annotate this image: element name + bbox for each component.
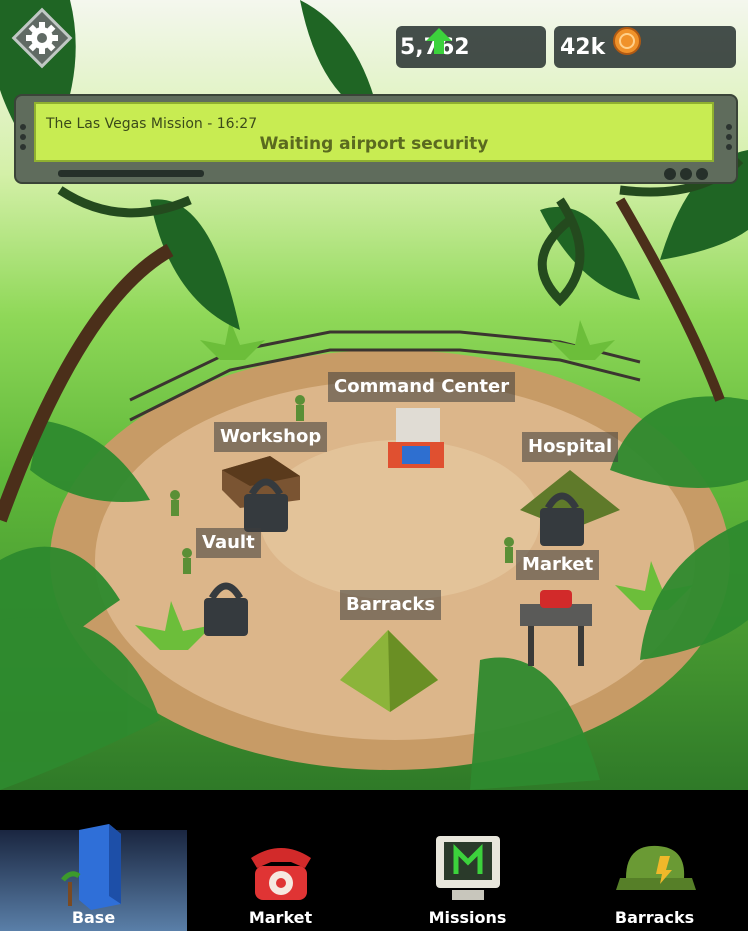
nav-tab-barracks-label: Barracks bbox=[614, 908, 695, 927]
mission-title: The Las Vegas Mission - 16:27 bbox=[46, 116, 258, 132]
building-label-barracks[interactable]: Barracks bbox=[340, 590, 442, 620]
base-scene: 5,762 42k The Las Vegas Mission - 16:27 … bbox=[0, 0, 748, 790]
nav-tab-base[interactable]: Base bbox=[0, 824, 187, 931]
nav-tab-market[interactable]: Market bbox=[187, 830, 374, 931]
mission-right-rivets bbox=[726, 124, 732, 150]
building-label-market[interactable]: Market bbox=[516, 550, 600, 580]
building-icon bbox=[60, 824, 121, 910]
building-label-command-center[interactable]: Command Center bbox=[328, 372, 516, 402]
bottom-nav: Base Market Missions Barracks bbox=[0, 790, 748, 931]
mission-left-rivets bbox=[20, 124, 26, 150]
army-cap-icon bbox=[615, 845, 696, 890]
building-label-vault[interactable]: Vault bbox=[196, 528, 261, 558]
nav-tab-market-label: Market bbox=[248, 908, 313, 927]
nav-tab-missions-label: Missions bbox=[428, 908, 507, 927]
nav-tab-barracks[interactable]: Barracks bbox=[561, 830, 748, 931]
coin-counter: 42k bbox=[554, 26, 736, 68]
nav-tab-base-label: Base bbox=[71, 908, 116, 927]
telephone-icon bbox=[250, 848, 311, 900]
nav-tab-missions[interactable]: Missions bbox=[374, 830, 561, 931]
coin-icon bbox=[613, 27, 641, 55]
gear-icon bbox=[11, 7, 73, 69]
settings-button[interactable] bbox=[10, 6, 74, 70]
coin-value: 42k bbox=[560, 34, 606, 60]
mission-progress-bar bbox=[58, 170, 204, 177]
green-up-arrow-icon bbox=[426, 28, 452, 54]
upgrade-points-counter: 5,762 bbox=[396, 26, 546, 68]
computer-icon bbox=[435, 836, 500, 900]
mission-indicator-dots bbox=[664, 168, 708, 180]
mission-banner[interactable]: The Las Vegas Mission - 16:27 Waiting ai… bbox=[14, 94, 738, 196]
mission-screen: The Las Vegas Mission - 16:27 Waiting ai… bbox=[34, 102, 714, 162]
building-label-workshop[interactable]: Workshop bbox=[214, 422, 328, 452]
building-label-hospital[interactable]: Hospital bbox=[522, 432, 619, 462]
mission-status: Waiting airport security bbox=[259, 134, 489, 154]
